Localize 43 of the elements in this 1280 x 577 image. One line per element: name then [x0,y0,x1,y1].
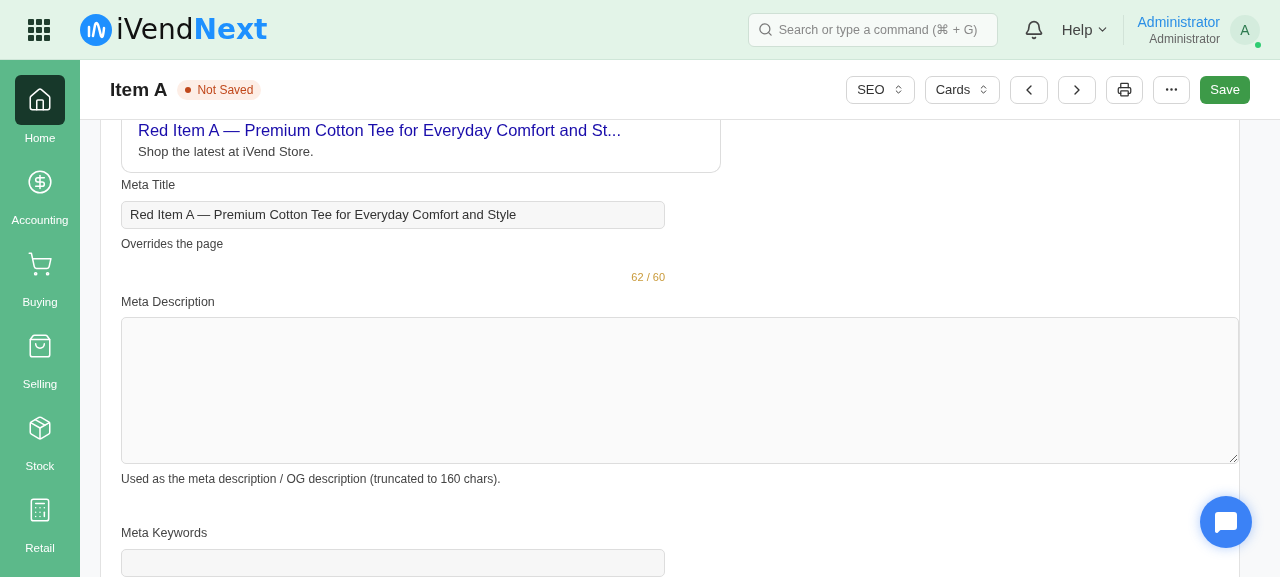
house-icon [27,87,53,113]
search-field[interactable]: Search or type a command (⌘ + G) [747,12,998,47]
preview-description: Shop the latest at iVend Store. [138,144,315,159]
dollar-icon [27,169,53,195]
help-text: Used as the meta description / OG description (truncated to 160 chars). [121,472,502,487]
chat-bubble-icon [1214,510,1238,534]
logo-icon [80,13,112,46]
user-role: Administrator [1149,31,1220,46]
print-button[interactable] [1106,75,1144,104]
help-menu[interactable]: Help [1055,14,1124,45]
bag-icon [27,333,53,359]
more-button[interactable] [1153,75,1191,104]
save-button[interactable]: Save [1200,75,1250,104]
sidebar-label[interactable]: Home [24,132,56,144]
text-input[interactable]: Red Item A — Premium Cotton Tee for Everyday Comfort and Style [121,201,665,229]
status-badge: Not Saved [177,79,262,100]
view-select[interactable]: SEO [846,75,915,104]
logo-text: iVendNext [116,13,268,46]
field-label: Meta Description [121,294,216,309]
box-icon [27,415,53,441]
sidebar-label[interactable]: Selling [22,378,58,390]
view-select[interactable]: Cards [924,75,1001,104]
page-title: Item A [110,78,168,101]
text-input[interactable] [121,549,665,577]
apps-grid-icon[interactable] [28,18,50,41]
cart-icon [27,251,53,277]
field-label: Meta Keywords [121,526,209,541]
bell-icon[interactable] [1023,19,1044,40]
sidebar-label[interactable]: Retail [25,542,55,554]
help-text: Overrides the page [121,236,225,251]
app-logo[interactable]: iVendNext [80,13,268,46]
previous-button[interactable] [1010,75,1049,104]
preview-title[interactable]: Red Item A — Premium Cotton Tee for Everyday Comfort and St... [138,120,704,140]
sidebar-item[interactable] [15,75,65,125]
printer-icon [1117,82,1133,97]
sidebar-label[interactable]: Buying [22,296,58,308]
user-name[interactable]: Administrator [1137,13,1220,30]
sidebar-label[interactable]: Accounting [11,214,69,226]
field-label: Meta Title [121,178,177,192]
next-button[interactable] [1058,75,1097,104]
sidebar-label[interactable]: Stock [25,460,55,472]
character-counter: 62 / 60 [630,270,665,283]
search-icon [757,21,773,37]
